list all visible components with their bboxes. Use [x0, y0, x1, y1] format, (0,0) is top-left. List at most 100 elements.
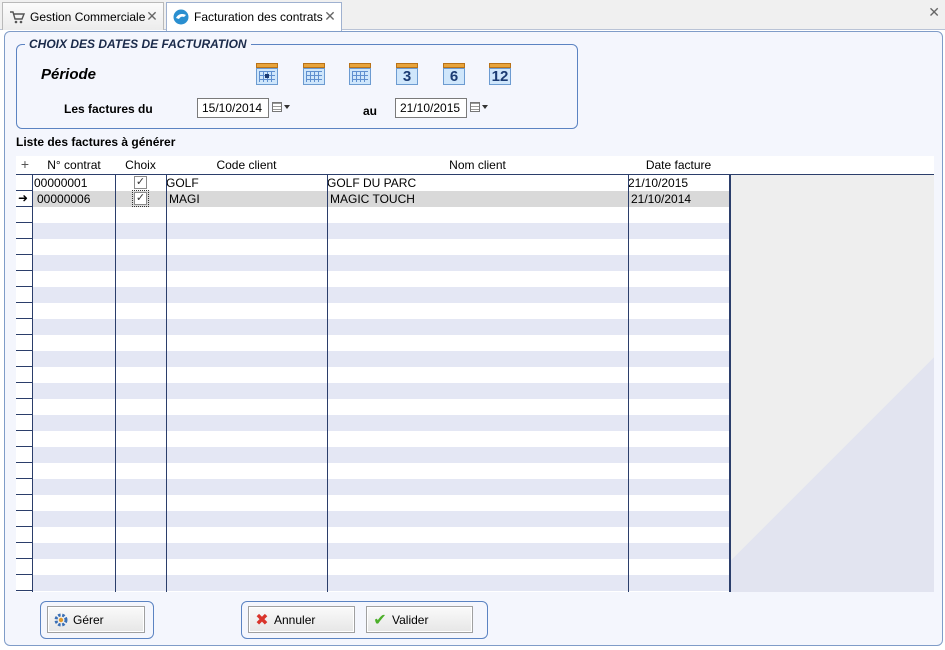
row-indicator[interactable] — [16, 271, 33, 287]
tab-gestion-commerciale[interactable]: Gestion Commerciale ✕ — [2, 2, 164, 30]
row-indicator[interactable] — [16, 223, 33, 239]
empty-table-row[interactable] — [33, 447, 729, 463]
row-indicator[interactable] — [16, 255, 33, 271]
empty-table-row[interactable] — [33, 479, 729, 495]
row-indicator[interactable] — [16, 415, 33, 431]
empty-table-row[interactable] — [33, 543, 729, 559]
empty-table-row[interactable] — [33, 575, 729, 591]
period-12-months-button[interactable]: 12 — [489, 62, 511, 86]
tab-label: Gestion Commerciale — [30, 9, 146, 24]
shopping-cart-icon — [9, 9, 25, 25]
empty-table-row[interactable] — [33, 495, 729, 511]
row-indicator[interactable] — [16, 367, 33, 383]
tab-facturation-des-contrats[interactable]: Facturation des contrats ✕ — [166, 2, 342, 31]
period-month-button[interactable] — [349, 62, 371, 86]
choix-checkbox[interactable]: ✓ — [132, 190, 149, 207]
cell-code-client: MAGI — [169, 192, 200, 206]
row-indicator[interactable] — [16, 239, 33, 255]
tab-bar: Gestion Commerciale ✕ Facturation des co… — [0, 0, 945, 31]
row-indicator[interactable] — [16, 575, 33, 591]
empty-table-row[interactable] — [33, 303, 729, 319]
empty-table-row[interactable] — [33, 271, 729, 287]
empty-table-row[interactable] — [33, 527, 729, 543]
calendar-icon — [272, 102, 282, 112]
row-indicator[interactable] — [16, 399, 33, 415]
gerer-label: Gérer — [73, 612, 104, 627]
column-header-date-facture[interactable]: Date facture — [628, 158, 729, 172]
calendar-3-icon: 3 — [396, 63, 418, 85]
row-indicator[interactable] — [16, 511, 33, 527]
row-indicator[interactable] — [16, 383, 33, 399]
gerer-button[interactable]: Gérer — [47, 606, 145, 633]
column-header-code-client[interactable]: Code client — [166, 158, 327, 172]
chevron-down-icon — [284, 105, 290, 109]
cell-nom-client: GOLF DU PARC — [327, 176, 417, 190]
row-indicator[interactable] — [16, 447, 33, 463]
row-indicator[interactable] — [16, 303, 33, 319]
row-indicator[interactable] — [16, 431, 33, 447]
group-legend: CHOIX DES DATES DE FACTURATION — [25, 37, 251, 51]
period-3-months-button[interactable]: 3 — [396, 62, 418, 86]
row-indicator[interactable] — [16, 335, 33, 351]
column-header-nom-client[interactable]: Nom client — [327, 158, 628, 172]
from-date-field[interactable]: 15/10/2014 — [197, 98, 269, 118]
empty-table-row[interactable] — [33, 367, 729, 383]
choix-checkbox[interactable]: ✓ — [134, 176, 147, 189]
empty-table-row[interactable] — [33, 207, 729, 223]
row-indicator[interactable] — [16, 319, 33, 335]
cell-code-client: GOLF — [166, 176, 199, 190]
row-indicator[interactable] — [16, 495, 33, 511]
period-day-button[interactable] — [256, 62, 278, 86]
grid-empty-area — [730, 175, 934, 592]
tab-label: Facturation des contrats — [194, 10, 323, 24]
row-indicator[interactable] — [16, 175, 33, 191]
empty-table-row[interactable] — [33, 399, 729, 415]
empty-table-row[interactable] — [33, 559, 729, 575]
row-indicator[interactable] — [16, 351, 33, 367]
billing-dates-group: CHOIX DES DATES DE FACTURATION Période 3… — [16, 37, 578, 129]
calendar-month-icon — [349, 63, 371, 85]
row-indicator-column: ➜ — [16, 175, 33, 592]
from-date-picker-button[interactable] — [272, 100, 292, 114]
row-indicator[interactable]: ➜ — [16, 191, 33, 207]
empty-table-row[interactable] — [33, 287, 729, 303]
grid-header: + N° contrat Choix Code client Nom clien… — [16, 156, 934, 175]
row-indicator[interactable] — [16, 543, 33, 559]
annuler-button[interactable]: ✖ Annuler — [248, 606, 355, 633]
empty-table-row[interactable] — [33, 255, 729, 271]
empty-table-row[interactable] — [33, 511, 729, 527]
close-window-icon[interactable]: ✕ — [928, 5, 940, 19]
valider-button[interactable]: ✔ Valider — [366, 606, 473, 633]
empty-table-row[interactable] — [33, 415, 729, 431]
row-indicator[interactable] — [16, 207, 33, 223]
cell-date-facture: 21/10/2014 — [631, 192, 692, 206]
empty-table-row[interactable] — [33, 223, 729, 239]
to-date-picker-button[interactable] — [470, 100, 490, 114]
add-column-icon[interactable]: + — [18, 156, 32, 172]
invoice-grid[interactable]: + N° contrat Choix Code client Nom clien… — [16, 156, 934, 592]
empty-table-row[interactable] — [33, 351, 729, 367]
empty-table-row[interactable] — [33, 431, 729, 447]
column-header-contrat[interactable]: N° contrat — [33, 158, 115, 172]
row-indicator[interactable] — [16, 463, 33, 479]
empty-table-row[interactable] — [33, 463, 729, 479]
row-indicator[interactable] — [16, 559, 33, 575]
to-date-field[interactable]: 21/10/2015 — [395, 98, 467, 118]
close-tab-icon[interactable]: ✕ — [145, 9, 159, 23]
empty-table-row[interactable] — [33, 383, 729, 399]
row-indicator[interactable] — [16, 287, 33, 303]
empty-table-row[interactable] — [33, 239, 729, 255]
row-indicator[interactable] — [16, 527, 33, 543]
cancel-x-icon: ✖ — [255, 611, 269, 629]
period-week-button[interactable] — [303, 62, 325, 86]
empty-table-row[interactable] — [33, 319, 729, 335]
cell-contrat: 00000001 — [34, 176, 88, 190]
to-date-label: au — [363, 104, 378, 118]
column-header-choix[interactable]: Choix — [115, 158, 166, 172]
row-indicator[interactable] — [16, 479, 33, 495]
table-row[interactable]: 00000006 ✓ MAGI MAGIC TOUCH 21/10/2014 — [33, 190, 729, 207]
close-tab-icon[interactable]: ✕ — [323, 9, 337, 23]
empty-table-row[interactable] — [33, 335, 729, 351]
table-row[interactable]: 00000001 ✓ GOLF GOLF DU PARC 21/10/2015 — [33, 175, 729, 191]
period-6-months-button[interactable]: 6 — [443, 62, 465, 86]
